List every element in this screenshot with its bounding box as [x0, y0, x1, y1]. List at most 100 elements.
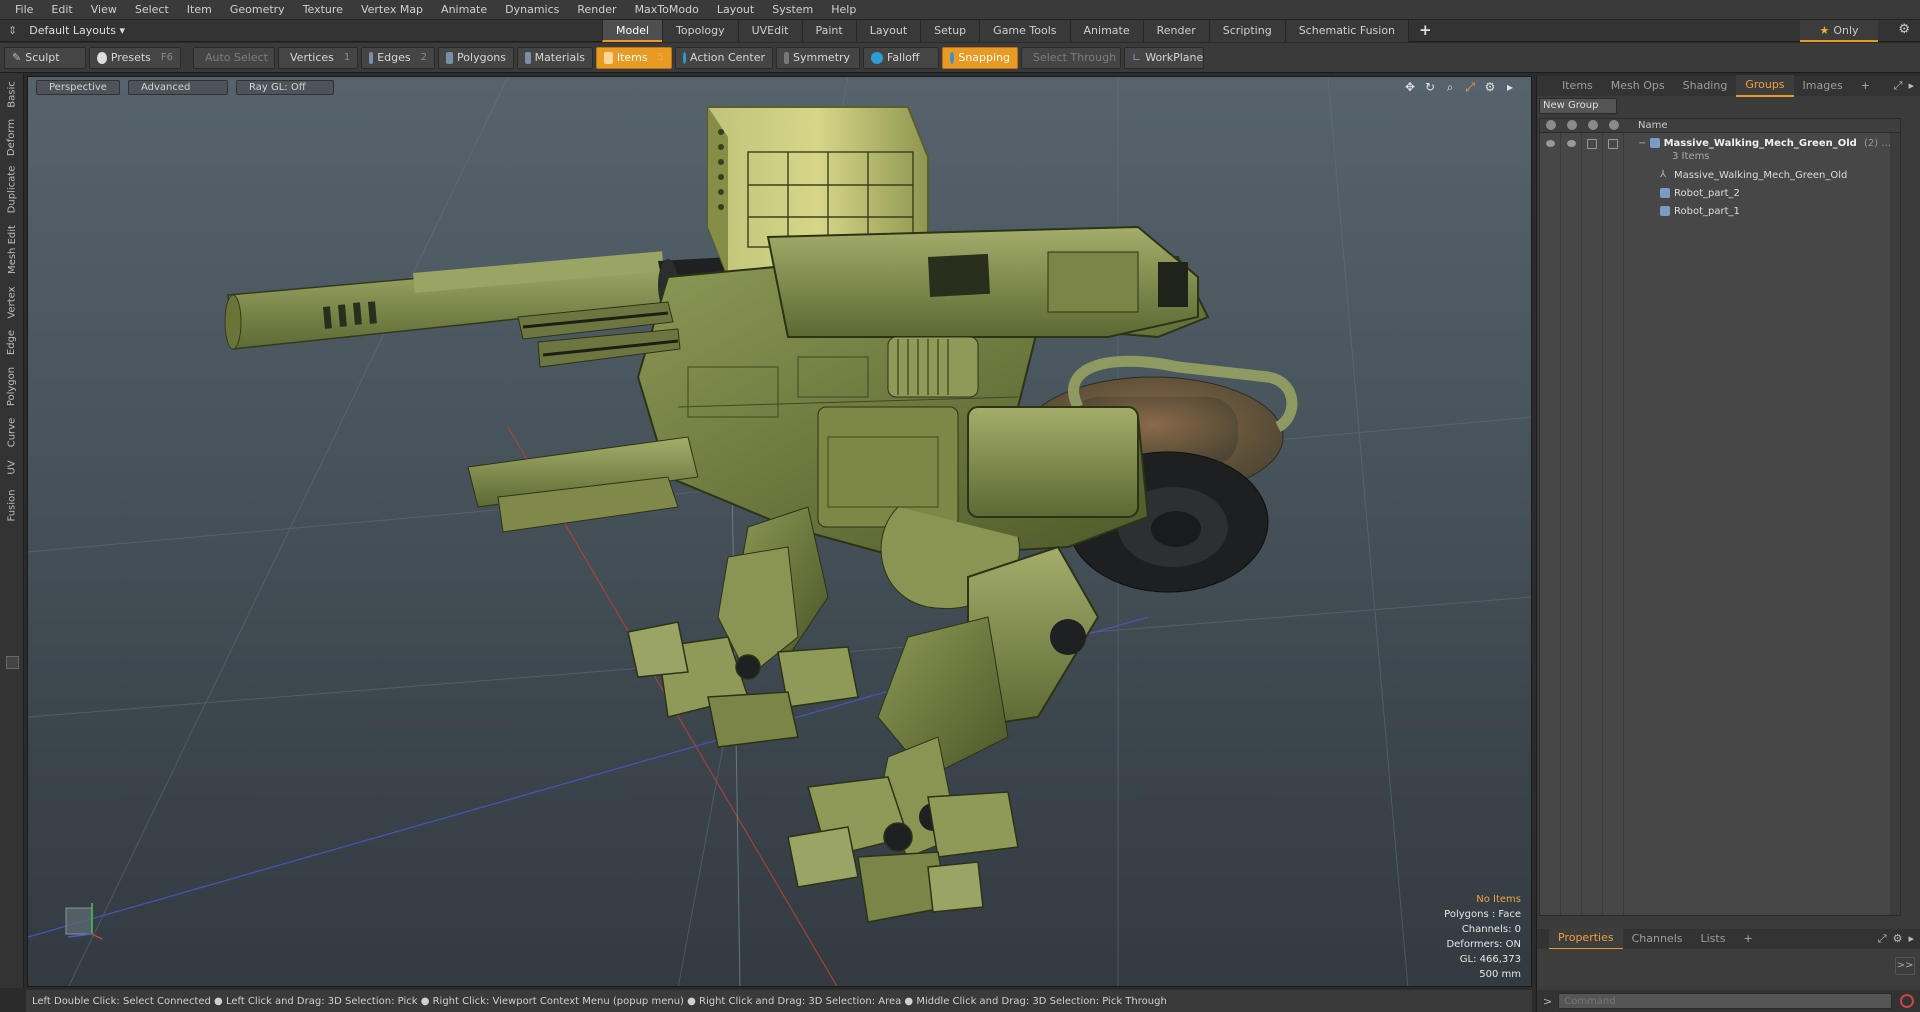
expand-properties-button[interactable]: >> — [1895, 957, 1915, 975]
menu-system[interactable]: System — [763, 0, 822, 20]
move-view-icon[interactable]: ✥ — [1403, 80, 1417, 95]
panel-menu-icon[interactable]: ▸ — [1908, 79, 1914, 93]
layout-arrows-icon[interactable]: ⇕ — [8, 24, 17, 37]
menu-texture[interactable]: Texture — [294, 0, 352, 20]
group-child-row[interactable]: Robot_part_2 — [1540, 185, 1900, 203]
tab-items[interactable]: Items — [1553, 76, 1602, 96]
tab-game-tools[interactable]: Game Tools — [979, 19, 1070, 42]
rotate-view-icon[interactable]: ↻ — [1423, 80, 1437, 95]
workplane-button[interactable]: ∟ WorkPlane — [1124, 46, 1204, 69]
vtab-polygon[interactable]: Polygon — [0, 361, 24, 411]
3d-viewport[interactable]: Perspective Advanced Ray GL: Off ✥ ↻ ⌕ ⤢… — [27, 76, 1532, 987]
viewport-arrow-icon[interactable]: ▸ — [1503, 80, 1517, 95]
add-tab-button[interactable]: + — [1408, 19, 1442, 42]
tab-properties[interactable]: Properties — [1549, 928, 1623, 950]
action-center-button[interactable]: Action Center — [675, 46, 773, 69]
vtab-duplicate[interactable]: Duplicate — [0, 161, 24, 217]
group-child-row[interactable]: ⅄ Massive_Walking_Mech_Green_Old — [1540, 167, 1900, 185]
vertices-button[interactable]: Vertices 1 — [278, 46, 358, 69]
gear-icon[interactable]: ⚙ — [1898, 22, 1910, 37]
command-input[interactable] — [1558, 993, 1893, 1009]
view-type-button[interactable]: Perspective — [36, 80, 120, 95]
command-run-icon[interactable] — [1900, 994, 1915, 1008]
only-toggle[interactable]: ★ Only — [1800, 20, 1878, 42]
menu-edit[interactable]: Edit — [42, 0, 81, 20]
menu-file[interactable]: File — [6, 0, 42, 20]
viewport-settings-icon[interactable]: ⚙ — [1483, 80, 1497, 95]
menu-layout[interactable]: Layout — [708, 0, 763, 20]
vtab-deform[interactable]: Deform — [0, 115, 24, 159]
menu-animate[interactable]: Animate — [432, 0, 496, 20]
materials-button[interactable]: Materials — [517, 46, 593, 69]
tab-render[interactable]: Render — [1142, 19, 1209, 42]
menu-dynamics[interactable]: Dynamics — [496, 0, 568, 20]
tab-setup[interactable]: Setup — [920, 19, 980, 42]
collapse-icon[interactable]: − — [1638, 138, 1646, 149]
layouts-selector[interactable]: ⇕ Default Layouts ▾ — [0, 20, 602, 42]
raygl-button[interactable]: Ray GL: Off — [236, 80, 334, 95]
menu-geometry[interactable]: Geometry — [221, 0, 294, 20]
expand-panel-icon[interactable]: ⤢ — [1894, 79, 1903, 93]
vtab-fusion[interactable]: Fusion — [0, 483, 24, 527]
tab-lists[interactable]: Lists — [1692, 929, 1735, 949]
properties-menu-icon[interactable]: ▸ — [1908, 932, 1914, 946]
menu-vertex-map[interactable]: Vertex Map — [352, 0, 432, 20]
auto-select-button[interactable]: Auto Select — [193, 46, 275, 69]
presets-button[interactable]: Presets F6 — [89, 46, 181, 69]
tab-uvedit[interactable]: UVEdit — [737, 19, 802, 42]
viewport-scene[interactable] — [28, 77, 1532, 987]
vtab-mesh-edit[interactable]: Mesh Edit — [0, 219, 24, 279]
new-group-button[interactable]: New Group — [1539, 98, 1617, 114]
tab-paint[interactable]: Paint — [801, 19, 856, 42]
shading-mode-button[interactable]: Advanced — [128, 80, 228, 95]
tab-layout[interactable]: Layout — [855, 19, 921, 42]
tab-channels[interactable]: Channels — [1623, 929, 1692, 949]
vtab-basic[interactable]: Basic — [0, 75, 24, 113]
lock-column-icon[interactable] — [1588, 120, 1598, 130]
render-column-icon[interactable] — [1567, 120, 1577, 130]
select-column-icon[interactable] — [1609, 120, 1619, 130]
visibility-column-icon[interactable] — [1546, 120, 1556, 130]
tab-scripting[interactable]: Scripting — [1208, 19, 1285, 42]
panel-toggle-icon[interactable] — [6, 656, 19, 669]
snapping-button[interactable]: Snapping — [942, 46, 1018, 69]
tab-model[interactable]: Model — [602, 19, 663, 42]
polygons-button[interactable]: Polygons — [438, 46, 514, 69]
name-column-header[interactable]: Name — [1638, 119, 1668, 133]
render-eye-icon[interactable] — [1567, 140, 1576, 147]
maximize-view-icon[interactable]: ⤢ — [1463, 80, 1477, 95]
tab-groups[interactable]: Groups — [1736, 75, 1794, 97]
layouts-dropdown-label[interactable]: Default Layouts — [29, 24, 116, 37]
group-child-row[interactable]: Robot_part_1 — [1540, 203, 1900, 221]
vtab-uv[interactable]: UV — [0, 453, 24, 481]
vtab-edge[interactable]: Edge — [0, 325, 24, 359]
menu-help[interactable]: Help — [822, 0, 865, 20]
vtab-vertex[interactable]: Vertex — [0, 281, 24, 323]
add-properties-tab-button[interactable]: + — [1734, 929, 1761, 949]
symmetry-button[interactable]: Symmetry — [776, 46, 860, 69]
tab-shading[interactable]: Shading — [1674, 76, 1737, 96]
select-checkbox[interactable] — [1608, 139, 1618, 149]
properties-gear-icon[interactable]: ⚙ — [1893, 932, 1903, 946]
tab-images[interactable]: Images — [1794, 76, 1852, 96]
lock-checkbox[interactable] — [1587, 139, 1597, 149]
command-arrow-icon[interactable]: > — [1543, 995, 1552, 1008]
tab-schematic-fusion[interactable]: Schematic Fusion — [1284, 19, 1409, 42]
items-button[interactable]: Items 5 — [596, 46, 672, 69]
add-panel-tab-button[interactable]: + — [1852, 76, 1879, 96]
tab-mesh-ops[interactable]: Mesh Ops — [1602, 76, 1674, 96]
tab-topology[interactable]: Topology — [662, 19, 738, 42]
tab-animate[interactable]: Animate — [1069, 19, 1143, 42]
zoom-view-icon[interactable]: ⌕ — [1443, 80, 1457, 95]
sculpt-button[interactable]: ✎ Sculpt — [4, 46, 86, 69]
edges-button[interactable]: Edges 2 — [361, 46, 435, 69]
menu-view[interactable]: View — [82, 0, 126, 20]
eye-icon[interactable] — [1546, 140, 1555, 147]
vtab-curve[interactable]: Curve — [0, 413, 24, 451]
falloff-button[interactable]: Falloff — [863, 46, 939, 69]
select-through-button[interactable]: Select Through — [1021, 46, 1121, 69]
menu-select[interactable]: Select — [126, 0, 178, 20]
menu-maxtomodo[interactable]: MaxToModo — [626, 0, 708, 20]
expand-properties-icon[interactable]: ⤢ — [1878, 932, 1887, 946]
groups-scrollbar[interactable] — [1890, 133, 1900, 915]
